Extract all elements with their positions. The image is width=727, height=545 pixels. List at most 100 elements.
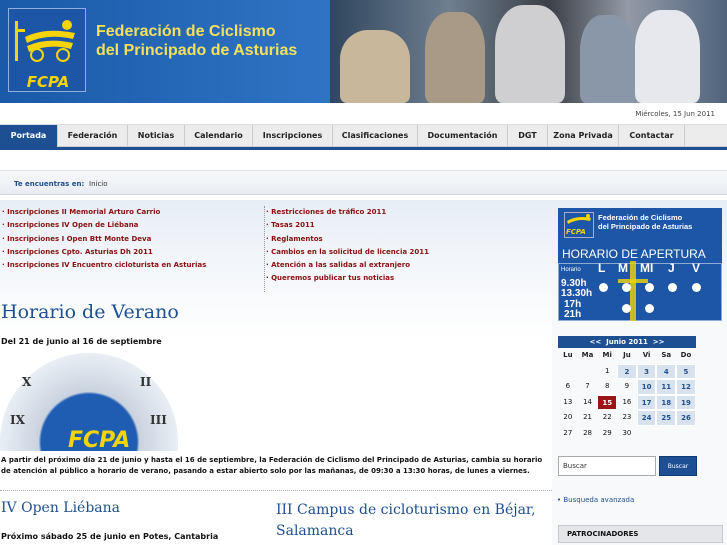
calendar-week-row: 13 14 15 16 17 18 19 [558, 394, 696, 410]
main-content: Inscripciones II Memorial Arturo Carrio … [0, 200, 552, 545]
breadcrumb-home-link[interactable]: Inicio [89, 180, 108, 188]
link-item[interactable]: Inscripciones Cpto. Asturias Dh 2011 [2, 248, 206, 261]
fcpa-logo[interactable]: FCPA [8, 8, 86, 92]
calendar-event-day[interactable]: 25 [656, 410, 677, 426]
calendar-day: 9 [624, 382, 630, 390]
tab-federacion[interactable]: Federación [58, 125, 128, 147]
article-title[interactable]: Horario de Verano [1, 301, 179, 323]
site-header: FCPA Federación de Ciclismo del Principa… [0, 0, 727, 103]
small-logo-text: FCPA [566, 228, 586, 236]
day-label: M [618, 261, 628, 275]
next-month-button[interactable]: >> [653, 338, 665, 346]
fcpa-small-logo: FCPA [564, 212, 594, 238]
calendar-month: Junio 2011 [606, 338, 648, 346]
day-label: V [692, 261, 701, 275]
title-line-2: del Principado de Asturias [96, 42, 298, 59]
link-item[interactable]: Cambios en la solicitud de licencia 2011 [266, 248, 429, 261]
weekday-label: Vi [642, 351, 651, 359]
calendar-event-day[interactable]: 4 [656, 363, 677, 379]
calendar-day [676, 426, 696, 442]
clock-image: IX X III II FCPA [0, 353, 190, 451]
evening-slot: 17h 21h [564, 299, 582, 320]
tab-documentacion[interactable]: Documentación [418, 125, 508, 147]
calendar-day: 30 [622, 428, 632, 437]
calendar-event-day[interactable]: 19 [676, 394, 696, 410]
info-links: Restricciones de tráfico 2011 Tasas 2011… [266, 208, 429, 288]
article-date-range: Del 21 de junio al 16 de septiembre [1, 337, 162, 346]
weekday-label: Lu [563, 351, 573, 359]
tab-dgt[interactable]: DGT [508, 125, 548, 147]
link-item[interactable]: Reglamentos [266, 235, 429, 248]
link-item[interactable]: Queremos publicar tus noticias [266, 274, 429, 287]
hours-fed-title: Federación de Ciclismo del Principado de… [598, 213, 692, 231]
calendar-event-day[interactable]: 26 [676, 410, 696, 426]
tab-portada[interactable]: Portada [0, 125, 58, 147]
tab-calendario[interactable]: Calendario [185, 125, 253, 147]
open-dot [692, 283, 701, 292]
calendar-week-row: 20 21 22 23 24 25 26 [558, 410, 696, 426]
link-item[interactable]: Inscripciones II Memorial Arturo Carrio [2, 208, 206, 221]
calendar-day: 29 [602, 428, 612, 437]
hours-fed-line-1: Federación de Ciclismo [598, 213, 683, 222]
calendar-week-row: 27 28 29 30 [558, 426, 696, 442]
calendar-event-day[interactable]: 18 [656, 394, 677, 410]
cyclist-photo-4 [580, 15, 635, 103]
calendar-event-day[interactable]: 11 [656, 379, 677, 395]
weekday-label: Do [680, 351, 692, 359]
news-title-1[interactable]: IV Open Liébana [1, 500, 120, 516]
calendar-week-row: 6 7 8 9 10 11 12 [558, 379, 696, 395]
article-body: A partir del próximo día 21 de junio y h… [1, 456, 543, 475]
calendar-event-day[interactable]: 24 [636, 410, 657, 426]
day-label: J [668, 261, 675, 275]
calendar-widget: << Junio 2011 >> Lu Ma Mi Ju Vi Sa Do 1 2 3 4 5 6 7 8 9… [558, 336, 696, 441]
tab-noticias[interactable]: Noticias [128, 125, 185, 147]
calendar-day: 6 [565, 382, 571, 390]
current-date: Miércoles, 15 Jun 2011 [635, 110, 715, 118]
link-item[interactable]: Tasas 2011 [266, 221, 429, 234]
calendar-event-day[interactable]: 2 [617, 363, 637, 379]
advanced-search-link[interactable]: • Busqueda avanzada [557, 496, 634, 504]
weekday-label: Ma [581, 351, 594, 359]
calendar-day [637, 426, 657, 442]
calendar-day: 22 [602, 413, 612, 421]
link-item[interactable]: Inscripciones IV Encuentro cicloturista … [2, 261, 206, 274]
calendar-event-day[interactable]: 12 [676, 379, 696, 395]
tab-inscripciones[interactable]: Inscripciones [253, 125, 333, 147]
advanced-search-label[interactable]: Busqueda avanzada [563, 496, 634, 504]
cyclist-photo-5 [635, 10, 700, 103]
calendar-day [558, 364, 578, 380]
opening-hours-widget: FCPA Federación de Ciclismo del Principa… [558, 208, 722, 321]
calendar-event-day[interactable]: 5 [676, 363, 696, 379]
calendar-event-day[interactable]: 3 [636, 363, 657, 379]
breadcrumb: Te encuentras en: Inicio [0, 170, 727, 195]
weekday-label: Sa [661, 351, 672, 359]
clock-numeral: III [150, 413, 167, 427]
hours-fed-line-2: del Principado de Asturias [598, 222, 693, 231]
date-bar: Miércoles, 15 Jun 2011 [0, 103, 727, 125]
open-dot [645, 304, 654, 313]
calendar-event-day[interactable]: 10 [636, 379, 657, 395]
tab-contactar[interactable]: Contactar [619, 125, 685, 147]
morning-slot: 9.30h 13.30h [561, 278, 593, 299]
search-input[interactable]: Buscar [558, 456, 656, 476]
search-button[interactable]: Buscar [659, 456, 697, 476]
hours-grid: Horario L M MI J V 9.30h 13.30h 17h 21h [558, 261, 722, 321]
tab-clasificaciones[interactable]: Clasificaciones [333, 125, 418, 147]
calendar-event-day[interactable]: 17 [636, 394, 657, 410]
link-item[interactable]: Atención a las salidas al extranjero [266, 261, 429, 274]
calendar-weekday-row: Lu Ma Mi Ju Vi Sa Do [558, 348, 696, 364]
link-item[interactable]: Inscripciones I Open Btt Monte Deva [2, 235, 206, 248]
tab-zona-privada[interactable]: Zona Privada [548, 125, 619, 147]
calendar-grid: Lu Ma Mi Ju Vi Sa Do 1 2 3 4 5 6 7 8 9 10 11 12 13 14 15 16 17 1… [558, 348, 696, 441]
logo-text: FCPA [26, 73, 70, 91]
link-item[interactable]: Inscripciones IV Open de Liébana [2, 221, 206, 234]
nav-underline [0, 147, 727, 150]
calendar-today[interactable]: 15 [597, 394, 618, 410]
link-item[interactable]: Restricciones de tráfico 2011 [266, 208, 429, 221]
main-nav: Portada Federación Noticias Calendario I… [0, 125, 727, 147]
prev-month-button[interactable]: << [590, 338, 602, 346]
cyclist-logo-icon [567, 214, 591, 224]
open-dot [599, 283, 608, 292]
hours-title: HORARIO DE APERTURA [562, 247, 706, 261]
news-title-2[interactable]: III Campus de cicloturismo en Béjar, Sal… [276, 500, 536, 542]
